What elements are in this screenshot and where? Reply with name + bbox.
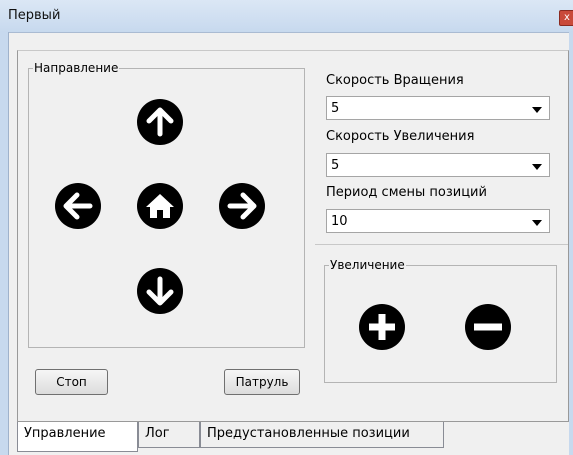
window-title: Первый [8, 8, 61, 23]
rotation-speed-label: Скорость Вращения [326, 73, 464, 88]
patrol-button[interactable]: Патруль [224, 369, 300, 395]
chevron-down-icon [532, 164, 542, 170]
zoom-speed-select[interactable]: 5 [326, 153, 550, 177]
direction-group-title: Направление [33, 61, 120, 75]
chevron-down-icon [532, 107, 542, 113]
home-button[interactable] [137, 183, 183, 229]
left-arrow-button[interactable] [55, 183, 101, 229]
zoom-speed-value: 5 [331, 158, 340, 173]
window-frame-right [569, 32, 573, 455]
close-button[interactable]: x [559, 10, 573, 26]
position-period-label: Период смены позиций [326, 185, 487, 200]
control-tab-panel: Направление Стоп Патруль Скорость Вращен… [17, 50, 569, 422]
tab-log[interactable]: Лог [138, 422, 200, 448]
app-window: Первый x Направление Стоп Патруль Скорос… [0, 0, 573, 455]
minus-icon [465, 304, 511, 350]
arrow-left-icon [55, 183, 101, 229]
right-arrow-button[interactable] [219, 183, 265, 229]
zoom-out-button[interactable] [465, 304, 511, 350]
up-arrow-button[interactable] [137, 99, 183, 145]
zoom-in-button[interactable] [359, 304, 405, 350]
tab-control[interactable]: Управление [17, 422, 138, 452]
arrow-down-icon [137, 268, 183, 314]
stop-button[interactable]: Стоп [35, 369, 108, 395]
rotation-speed-value: 5 [331, 101, 340, 116]
arrow-up-icon [137, 99, 183, 145]
direction-group: Направление [28, 61, 305, 348]
plus-icon [359, 304, 405, 350]
zoom-group: Увеличение [324, 258, 557, 383]
settings-separator [315, 244, 568, 245]
zoom-group-title: Увеличение [329, 258, 406, 272]
title-bar[interactable]: Первый x [0, 0, 573, 33]
home-icon [137, 183, 183, 229]
tab-presets[interactable]: Предустановленные позиции [200, 422, 444, 448]
arrow-right-icon [219, 183, 265, 229]
window-frame-left [0, 32, 9, 455]
down-arrow-button[interactable] [137, 268, 183, 314]
rotation-speed-select[interactable]: 5 [326, 96, 550, 120]
zoom-speed-label: Скорость Увеличения [326, 129, 475, 144]
position-period-select[interactable]: 10 [326, 209, 550, 233]
position-period-value: 10 [331, 214, 348, 229]
chevron-down-icon [532, 220, 542, 226]
close-icon: x [564, 12, 570, 23]
